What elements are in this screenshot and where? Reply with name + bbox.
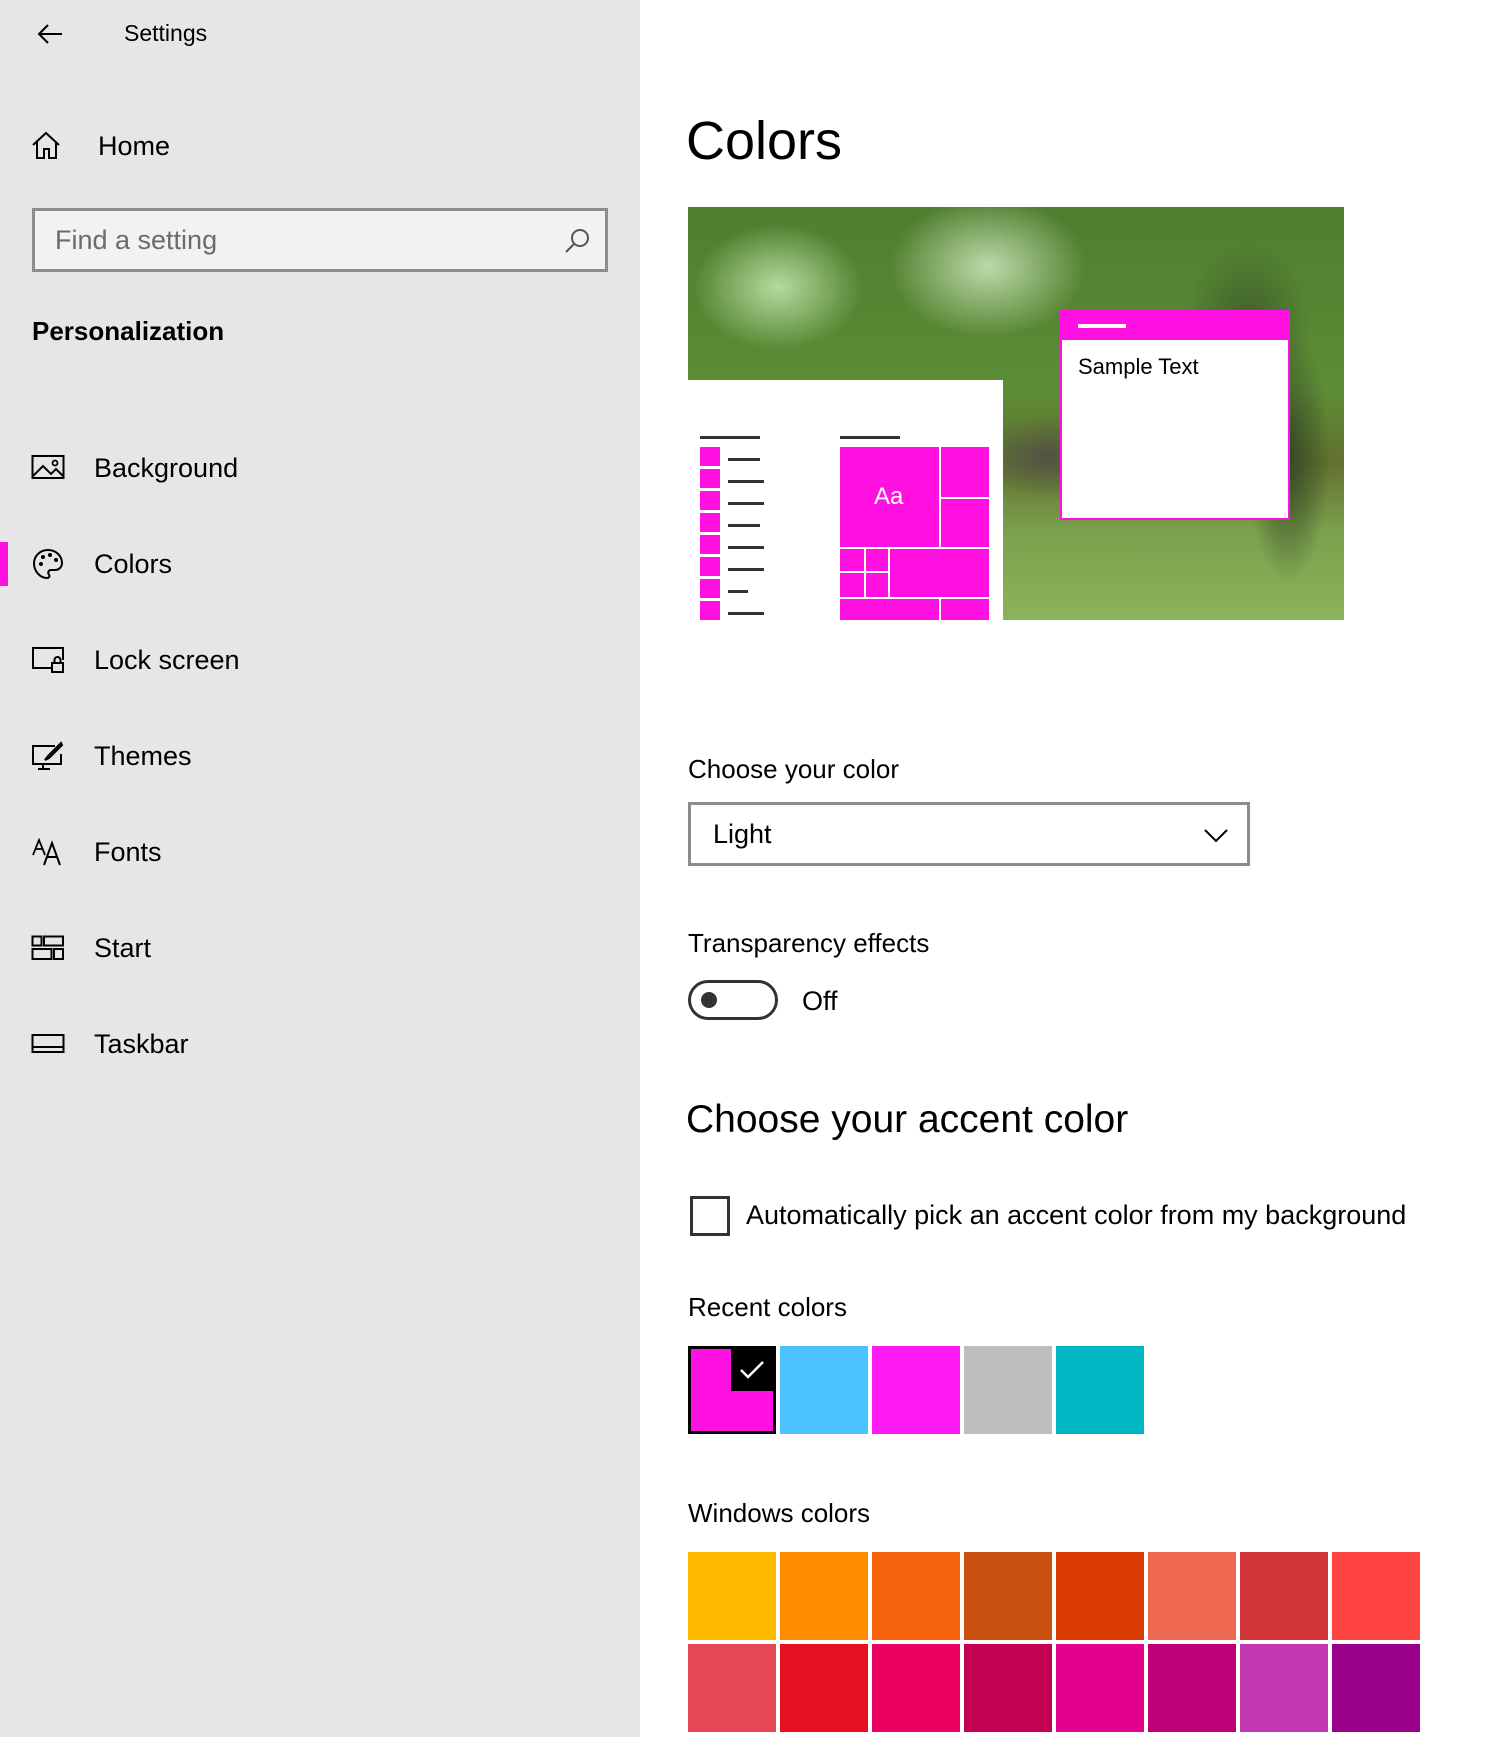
search-input[interactable] — [55, 219, 535, 261]
windows-color-swatch[interactable] — [1148, 1644, 1236, 1732]
sidebar-item-label: Start — [94, 932, 152, 963]
auto-pick-checkbox[interactable] — [690, 1196, 730, 1236]
picture-icon — [30, 450, 66, 486]
windows-color-swatch[interactable] — [964, 1552, 1052, 1640]
windows-color-swatch[interactable] — [780, 1644, 868, 1732]
windows-color-swatch[interactable] — [1240, 1644, 1328, 1732]
start-icon — [30, 930, 66, 966]
choose-color-dropdown[interactable]: Light — [688, 802, 1250, 866]
sidebar-item-background[interactable]: Background — [0, 420, 640, 516]
back-arrow-icon — [37, 24, 62, 44]
sidebar-item-lock-screen[interactable]: Lock screen — [0, 612, 640, 708]
sidebar-item-fonts[interactable]: Fonts — [0, 804, 640, 900]
accent-color-heading: Choose your accent color — [686, 1098, 1129, 1141]
section-title: Personalization — [32, 316, 225, 346]
windows-color-swatch[interactable] — [688, 1552, 776, 1640]
sidebar-item-label: Lock screen — [94, 644, 240, 675]
preview-window: Sample Text — [1060, 310, 1290, 520]
preview-tile-bar — [840, 436, 900, 439]
windows-color-swatch[interactable] — [872, 1644, 960, 1732]
sidebar: Settings Home Personalization Background… — [0, 0, 640, 1737]
windows-color-swatch[interactable] — [1148, 1552, 1236, 1640]
transparency-toggle[interactable] — [688, 980, 778, 1020]
windows-color-swatch[interactable] — [964, 1644, 1052, 1732]
recent-color-swatch[interactable] — [1056, 1346, 1144, 1434]
windows-color-swatch[interactable] — [1056, 1644, 1144, 1732]
auto-pick-label: Automatically pick an accent color from … — [746, 1200, 1407, 1230]
windows-color-swatch[interactable] — [1332, 1552, 1420, 1640]
checkmark-icon — [731, 1349, 773, 1391]
fonts-icon — [30, 834, 66, 870]
main-content: Colors Aa Sample Text Choose your color … — [640, 0, 1504, 1737]
themes-icon — [30, 738, 66, 774]
lock-screen-icon — [30, 642, 66, 678]
sidebar-item-taskbar[interactable]: Taskbar — [0, 996, 640, 1092]
page-title: Colors — [686, 111, 843, 171]
sidebar-item-label: Fonts — [94, 836, 162, 867]
home-nav-item[interactable]: Home — [30, 122, 610, 170]
windows-color-swatch[interactable] — [872, 1552, 960, 1640]
app-title: Settings — [124, 20, 208, 46]
recent-color-swatch[interactable] — [780, 1346, 868, 1434]
windows-color-swatch[interactable] — [780, 1552, 868, 1640]
transparency-label: Transparency effects — [688, 928, 930, 958]
taskbar-icon — [30, 1026, 66, 1062]
recent-color-swatch[interactable] — [688, 1346, 776, 1434]
home-label: Home — [98, 130, 171, 161]
recent-color-swatch[interactable] — [872, 1346, 960, 1434]
sidebar-item-colors[interactable]: Colors — [0, 516, 640, 612]
choose-color-label: Choose your color — [688, 754, 899, 784]
back-button[interactable] — [30, 14, 70, 54]
search-box[interactable] — [32, 208, 608, 272]
palette-icon — [30, 546, 66, 582]
windows-colors-label: Windows colors — [688, 1498, 871, 1528]
recent-color-swatch[interactable] — [964, 1346, 1052, 1434]
sidebar-item-label: Taskbar — [94, 1028, 189, 1059]
color-preview: Aa Sample Text — [688, 207, 1344, 620]
title-bar: Settings — [0, 0, 640, 70]
sidebar-item-label: Themes — [94, 740, 192, 771]
preview-sample-text: Sample Text — [1078, 354, 1199, 379]
transparency-state: Off — [802, 986, 838, 1016]
windows-color-swatch[interactable] — [1332, 1644, 1420, 1732]
search-icon[interactable] — [563, 227, 591, 255]
windows-color-swatch[interactable] — [1240, 1552, 1328, 1640]
preview-tile-text: Aa — [874, 483, 904, 510]
preview-window-titlebar — [1062, 312, 1288, 340]
sidebar-item-label: Background — [94, 452, 239, 483]
toggle-knob — [701, 992, 717, 1008]
home-icon — [32, 131, 60, 159]
sidebar-item-start[interactable]: Start — [0, 900, 640, 996]
choose-color-value: Light — [713, 819, 772, 849]
sidebar-item-label: Colors — [94, 548, 173, 579]
windows-color-swatch[interactable] — [1056, 1552, 1144, 1640]
sidebar-nav: Background Colors Lock screen Themes Fon… — [0, 420, 640, 1092]
sidebar-item-themes[interactable]: Themes — [0, 708, 640, 804]
chevron-down-icon — [1204, 829, 1228, 843]
windows-color-swatch[interactable] — [688, 1644, 776, 1732]
recent-colors-label: Recent colors — [688, 1292, 847, 1322]
preview-tiles: Aa — [840, 447, 989, 620]
